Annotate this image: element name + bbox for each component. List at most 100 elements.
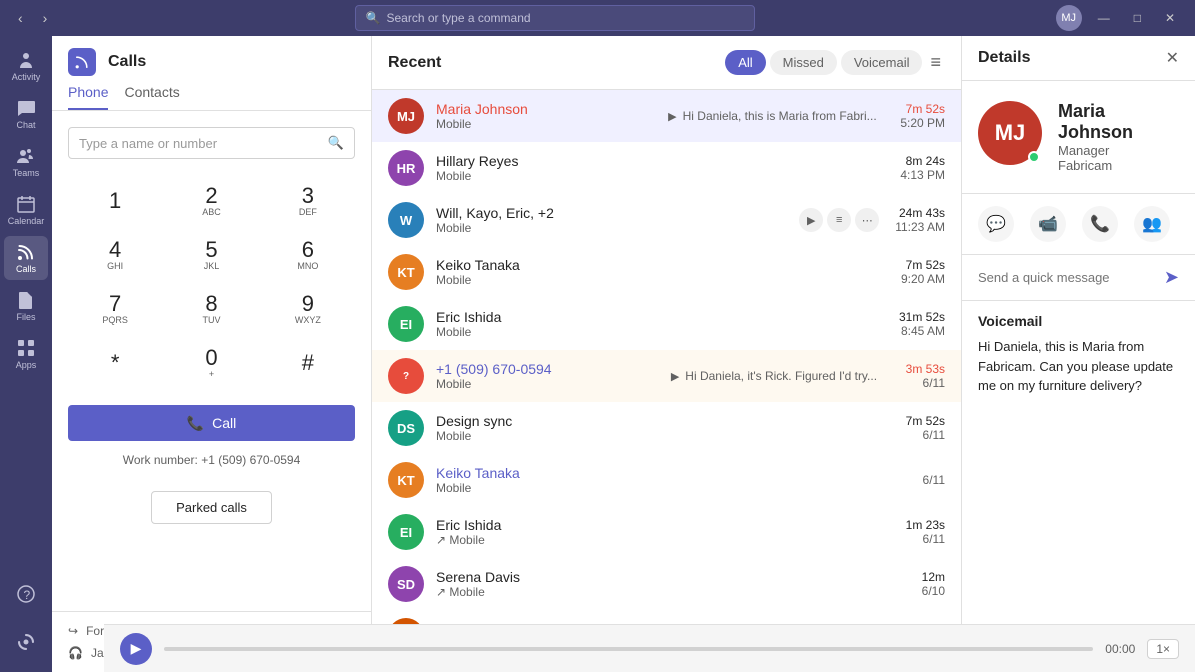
- close-button[interactable]: ✕: [1157, 9, 1183, 27]
- call-name: Hillary Reyes: [436, 153, 656, 169]
- video-action-button[interactable]: 📹: [1030, 206, 1066, 242]
- call-duration: 12m: [922, 570, 945, 584]
- group-action-button[interactable]: 👥: [1134, 206, 1170, 242]
- video-action-btn[interactable]: ▶: [799, 208, 823, 232]
- dial-key-1[interactable]: 1: [68, 175, 162, 227]
- speed-button[interactable]: 1×: [1147, 639, 1179, 659]
- call-info: Keiko Tanaka Mobile: [436, 465, 667, 495]
- call-time: 9:20 AM: [901, 272, 945, 286]
- call-sub: Mobile: [436, 325, 655, 339]
- call-action-button[interactable]: 📞: [1082, 206, 1118, 242]
- work-number-display: Work number: +1 (509) 670-0594: [68, 453, 355, 467]
- message-action-button[interactable]: 💬: [978, 206, 1014, 242]
- call-duration: 7m 52s: [901, 258, 945, 272]
- call-item[interactable]: EI Eric Ishida Mobile 31m 52s 8:45 AM: [372, 298, 961, 350]
- call-phone-icon: 📞: [187, 415, 204, 432]
- contact-role: Manager: [1058, 143, 1179, 158]
- parked-calls-button[interactable]: Parked calls: [151, 491, 272, 524]
- call-item[interactable]: ? +1 (509) 670-0594 Mobile ▶ Hi Daniela,…: [372, 350, 961, 402]
- filter-voicemail[interactable]: Voicemail: [841, 50, 923, 75]
- call-name: Will, Kayo, Eric, +2: [436, 205, 787, 221]
- details-close-button[interactable]: ✕: [1166, 48, 1179, 68]
- tab-contacts[interactable]: Contacts: [124, 84, 179, 110]
- avatar: DS: [388, 410, 424, 446]
- sidebar-item-settings[interactable]: [4, 620, 48, 664]
- command-search-box[interactable]: 🔍 Search or type a command: [355, 5, 755, 31]
- online-status-dot: [1028, 151, 1040, 163]
- dial-key-3[interactable]: 3 DEF: [261, 175, 355, 227]
- sidebar-item-calendar[interactable]: Calendar: [4, 188, 48, 232]
- progress-bar[interactable]: [164, 647, 1093, 651]
- voicemail-label: Voicemail: [978, 313, 1179, 329]
- sidebar-item-teams[interactable]: Teams: [4, 140, 48, 184]
- call-item[interactable]: KT Keiko Tanaka Mobile 7m 52s 9:20 AM: [372, 246, 961, 298]
- call-sub: Mobile: [436, 481, 667, 495]
- call-time: 6/11: [906, 428, 945, 442]
- call-meta: 7m 52s 5:20 PM: [900, 102, 945, 130]
- dial-key-6[interactable]: 6 MNO: [261, 229, 355, 281]
- quick-message-input[interactable]: [978, 270, 1156, 285]
- call-button[interactable]: 📞 Call: [68, 405, 355, 441]
- recent-header: Recent All Missed Voicemail ≡: [372, 36, 961, 90]
- sidebar-item-calls[interactable]: Calls: [4, 236, 48, 280]
- call-info: Keiko Tanaka Mobile: [436, 257, 656, 287]
- dial-key-2[interactable]: 2 ABC: [164, 175, 258, 227]
- call-item[interactable]: DS Design sync Mobile 7m 52s 6/11: [372, 402, 961, 454]
- calls-icon: [68, 48, 96, 76]
- call-item[interactable]: HR Hillary Reyes Mobile 8m 24s 4:13 PM: [372, 142, 961, 194]
- sidebar-item-files[interactable]: Files: [4, 284, 48, 328]
- sidebar-label-calendar: Calendar: [8, 216, 45, 226]
- sidebar-item-apps[interactable]: Apps: [4, 332, 48, 376]
- sidebar-item-activity[interactable]: Activity: [4, 44, 48, 88]
- tab-phone[interactable]: Phone: [68, 84, 108, 110]
- dial-key-4[interactable]: 4 GHI: [68, 229, 162, 281]
- panel-tabs: Phone Contacts: [68, 84, 355, 110]
- filter-missed[interactable]: Missed: [770, 50, 837, 75]
- call-item[interactable]: EI Eric Ishida ↗ Mobile 1m 23s 6/11: [372, 506, 961, 558]
- call-preview: Hi Daniela, it's Rick. Figured I'd try..…: [685, 369, 893, 383]
- dial-key-8[interactable]: 8 TUV: [164, 283, 258, 335]
- call-time: 11:23 AM: [895, 220, 945, 234]
- call-list: MJ Maria Johnson Mobile ▶ Hi Daniela, th…: [372, 90, 961, 672]
- call-item[interactable]: KT Keiko Tanaka Mobile 6/11: [372, 454, 961, 506]
- call-item[interactable]: W Will, Kayo, Eric, +2 Mobile ▶ ≡ ⋯ 24m …: [372, 194, 961, 246]
- filter-more-icon[interactable]: ≡: [926, 48, 945, 77]
- call-item[interactable]: SD Serena Davis ↗ Mobile 12m 6/10: [372, 558, 961, 610]
- call-item[interactable]: MJ Maria Johnson Mobile ▶ Hi Daniela, th…: [372, 90, 961, 142]
- sidebar-item-chat[interactable]: Chat: [4, 92, 48, 136]
- time-display: 00:00: [1105, 642, 1135, 656]
- call-name: Eric Ishida: [436, 517, 659, 533]
- play-button[interactable]: ▶: [120, 633, 152, 665]
- filter-buttons: All Missed Voicemail ≡: [725, 48, 945, 77]
- dial-key-star[interactable]: *: [68, 337, 162, 389]
- forward-button[interactable]: ›: [37, 8, 54, 28]
- call-info: Maria Johnson Mobile: [436, 101, 656, 131]
- dial-key-5[interactable]: 5 JKL: [164, 229, 258, 281]
- filter-all[interactable]: All: [725, 50, 765, 75]
- chat-action-btn[interactable]: ≡: [827, 208, 851, 232]
- middle-panel: Recent All Missed Voicemail ≡ MJ Maria J…: [372, 36, 962, 672]
- call-time: 6/10: [922, 584, 945, 598]
- dial-key-9[interactable]: 9 WXYZ: [261, 283, 355, 335]
- dial-key-7[interactable]: 7 PQRS: [68, 283, 162, 335]
- sidebar-bottom: ?: [4, 572, 48, 664]
- recent-title: Recent: [388, 54, 441, 72]
- call-duration: 31m 52s: [899, 310, 945, 324]
- call-meta: 1m 23s 6/11: [906, 518, 945, 546]
- panel-header-top: Calls: [68, 48, 355, 76]
- search-icon: 🔍: [328, 135, 344, 151]
- titlebar: ‹ › 🔍 Search or type a command MJ — □ ✕: [0, 0, 1195, 36]
- maximize-button[interactable]: □: [1126, 9, 1149, 27]
- more-action-btn[interactable]: ⋯: [855, 208, 879, 232]
- dial-key-0[interactable]: 0 +: [164, 337, 258, 389]
- sidebar-label-teams: Teams: [13, 168, 40, 178]
- dial-search-box[interactable]: Type a name or number 🔍: [68, 127, 355, 159]
- avatar: SD: [388, 566, 424, 602]
- dial-key-hash[interactable]: #: [261, 337, 355, 389]
- back-button[interactable]: ‹: [12, 8, 29, 28]
- user-avatar[interactable]: MJ: [1056, 5, 1082, 31]
- call-meta: 12m 6/10: [922, 570, 945, 598]
- sidebar-item-help[interactable]: ?: [4, 572, 48, 616]
- send-button[interactable]: ➤: [1164, 267, 1179, 288]
- minimize-button[interactable]: —: [1090, 9, 1118, 27]
